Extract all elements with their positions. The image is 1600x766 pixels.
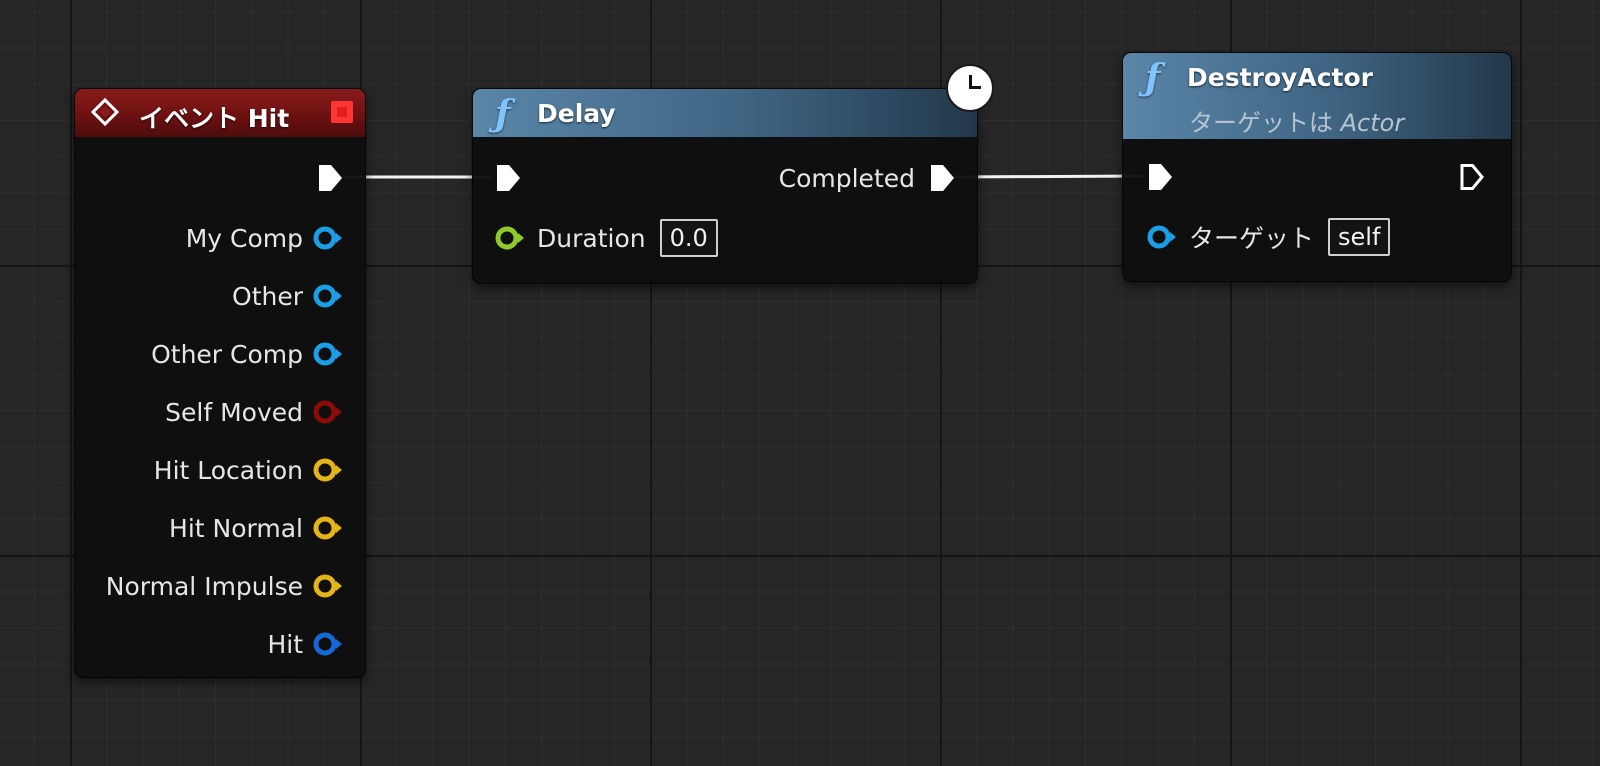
delay-duration-row: Duration 0.0	[493, 219, 718, 257]
subtitle-prefix: ターゲットは	[1189, 109, 1341, 137]
target-pin-label: ターゲット	[1189, 224, 1315, 253]
event-node-header[interactable]: イベント Hit	[75, 89, 365, 137]
event-pin-row: Self Moved	[165, 394, 345, 430]
event-pin-label: Self Moved	[165, 397, 303, 427]
breakpoint-stop-icon[interactable]	[331, 101, 353, 123]
destroy-actor-node-subtitle: ターゲットは Actor	[1189, 103, 1404, 138]
duration-pin-label: Duration	[537, 223, 646, 253]
event-pin-row: Hit Location	[154, 452, 345, 488]
delay-exec-input-row	[493, 160, 523, 196]
duration-float-pin-icon[interactable]	[493, 224, 527, 252]
bool-pin-icon[interactable]	[311, 398, 345, 426]
event-pin-label: Hit Normal	[169, 513, 303, 543]
clock-icon	[946, 64, 994, 112]
destroy-actor-node-header[interactable]: ƒ DestroyActor ターゲットは Actor	[1123, 53, 1511, 139]
event-hit-node[interactable]: イベント Hit My Comp Other Other Comp Self Move…	[74, 88, 366, 678]
event-pin-row: Other Comp	[151, 336, 345, 372]
exec-wire-delay-to-destroy[interactable]	[949, 174, 1147, 179]
function-icon: ƒ	[1145, 57, 1161, 99]
object-pin-icon[interactable]	[311, 340, 345, 368]
event-pin-label: My Comp	[185, 223, 303, 253]
destroy-exec-input-row	[1145, 159, 1175, 195]
struct-pin-icon[interactable]	[311, 630, 345, 658]
destroy-exec-output-row	[1457, 159, 1487, 195]
event-pin-label: Other Comp	[151, 339, 303, 369]
event-pin-row: Hit Normal	[169, 510, 345, 546]
destroy-target-row: ターゲット self	[1145, 218, 1391, 256]
event-pin-row: Hit	[267, 626, 345, 662]
event-pin-label: Hit Location	[153, 455, 303, 485]
event-pin-row: Normal Impulse	[106, 568, 345, 604]
object-pin-icon[interactable]	[311, 282, 345, 310]
delay-completed-row: Completed	[779, 160, 957, 196]
destroy-actor-node-title: DestroyActor	[1187, 63, 1373, 92]
event-node-title: イベント Hit	[139, 104, 290, 133]
delay-node-header[interactable]: ƒ Delay	[473, 89, 977, 137]
exec-input-pin-icon[interactable]	[493, 162, 523, 194]
event-pin-row: Other	[232, 278, 345, 314]
completed-pin-label: Completed	[778, 163, 915, 193]
completed-exec-output-pin-icon[interactable]	[927, 162, 957, 194]
event-pin-row: My Comp	[186, 220, 345, 256]
vector-pin-icon[interactable]	[311, 514, 345, 542]
target-value-input[interactable]: self	[1328, 218, 1391, 256]
subtitle-class: Actor	[1340, 109, 1405, 137]
event-exec-output-row	[75, 160, 345, 196]
vector-pin-icon[interactable]	[311, 456, 345, 484]
exec-output-pin-empty-icon[interactable]	[1457, 161, 1487, 193]
target-object-pin-icon[interactable]	[1145, 223, 1179, 251]
event-pin-label: Hit	[267, 629, 303, 659]
exec-output-pin-icon[interactable]	[315, 162, 345, 194]
blueprint-graph-canvas[interactable]: イベント Hit My Comp Other Other Comp Self Move…	[0, 0, 1600, 766]
event-pin-label: Normal Impulse	[105, 571, 303, 601]
event-pin-label: Other	[232, 281, 303, 311]
duration-value-input[interactable]: 0.0	[659, 219, 718, 257]
exec-input-pin-icon[interactable]	[1145, 161, 1175, 193]
object-pin-icon[interactable]	[311, 224, 345, 252]
delay-node[interactable]: ƒ Delay Completed Duration 0.0	[472, 88, 978, 284]
event-diamond-icon	[90, 97, 120, 127]
destroy-actor-node[interactable]: ƒ DestroyActor ターゲットは Actor ターゲット self	[1122, 52, 1512, 282]
function-icon: ƒ	[495, 93, 511, 135]
delay-node-title: Delay	[537, 99, 616, 128]
vector-pin-icon[interactable]	[311, 572, 345, 600]
